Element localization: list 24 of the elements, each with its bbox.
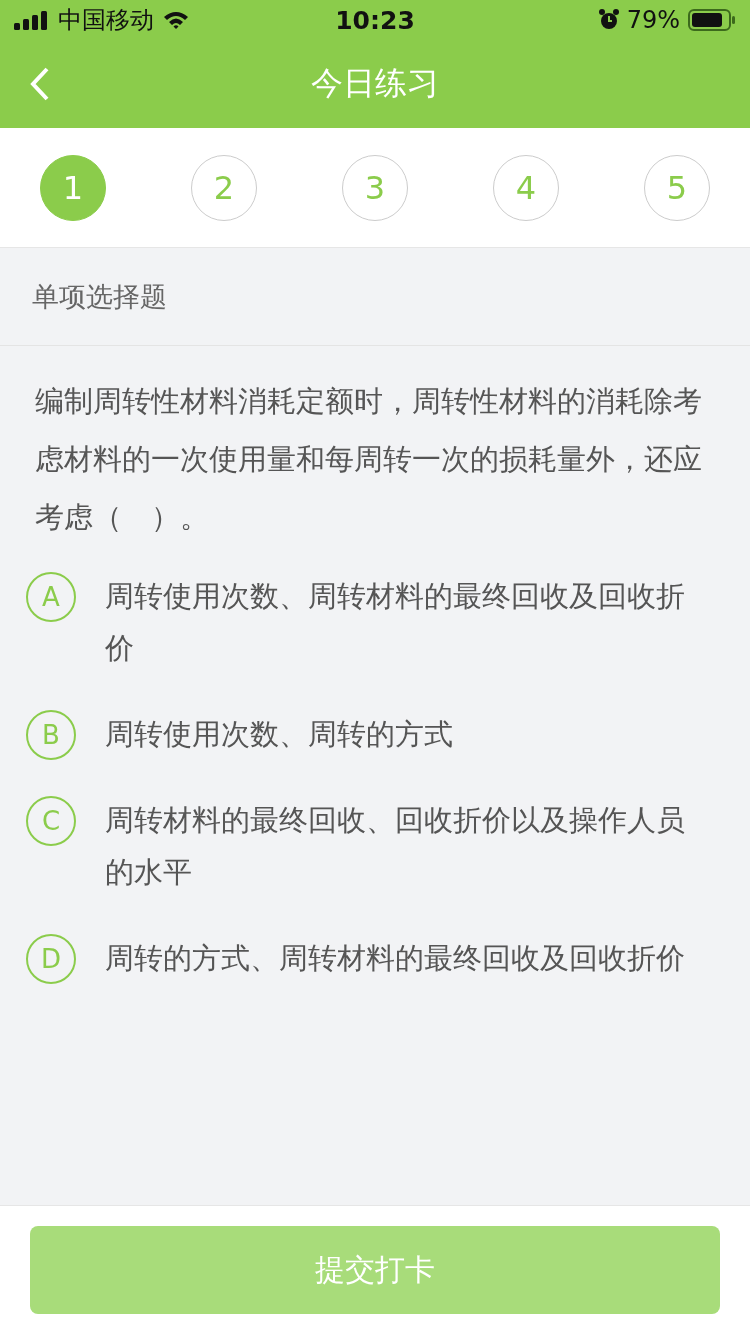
question-number-tab[interactable]: 2 xyxy=(191,154,257,221)
question-number-tab[interactable]: 3 xyxy=(342,154,408,221)
option-letter[interactable]: C xyxy=(26,796,76,846)
page-title: 今日练习 xyxy=(311,63,439,104)
alarm-icon xyxy=(598,9,619,31)
question-number-tab[interactable]: 4 xyxy=(493,154,559,221)
option-letter[interactable]: D xyxy=(26,934,76,984)
carrier-name: 中国移动 xyxy=(58,5,154,36)
battery-percent: 79% xyxy=(626,6,680,34)
option-letter[interactable]: B xyxy=(26,710,76,760)
question-number-tab[interactable]: 5 xyxy=(644,154,710,221)
clock-time: 10:23 xyxy=(334,5,416,35)
signal-icon xyxy=(14,10,50,30)
option-text[interactable]: 周转使用次数、周转的方式 xyxy=(105,708,710,760)
back-icon[interactable] xyxy=(30,67,50,101)
wifi-icon xyxy=(162,10,190,30)
question-text: 编制周转性材料消耗定额时，周转性材料的消耗除考虑材料的一次使用量和每周转一次的损耗量外，还应考虑（ ）。 xyxy=(34,383,703,536)
option-text[interactable]: 周转材料的最终回收、回收折价以及操作人员的水平 xyxy=(105,794,710,898)
question-number-tab[interactable]: 1 xyxy=(40,154,106,221)
battery-icon xyxy=(688,9,736,31)
option-text[interactable]: 周转的方式、周转材料的最终回收及回收折价 xyxy=(105,932,710,984)
option-letter[interactable]: A xyxy=(26,572,76,622)
question-type: 单项选择题 xyxy=(32,279,167,314)
option-text[interactable]: 周转使用次数、周转材料的最终回收及回收折价 xyxy=(105,570,710,674)
